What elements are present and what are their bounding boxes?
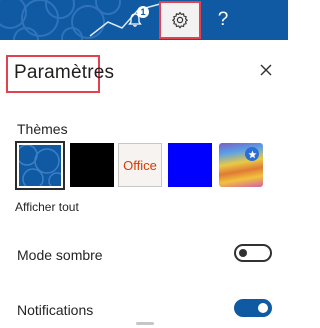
scroll-indicator[interactable] — [136, 322, 154, 325]
dark-mode-label: Mode sombre — [17, 247, 103, 263]
theme-office-label: Office — [123, 157, 157, 173]
help-icon: ? — [217, 9, 229, 30]
theme-blue[interactable] — [168, 143, 212, 187]
theme-pattern — [19, 145, 61, 186]
notification-badge: 1 — [137, 6, 149, 18]
close-button[interactable] — [256, 60, 276, 80]
settings-button[interactable] — [159, 1, 201, 39]
theme-blue-pattern[interactable] — [15, 141, 65, 190]
theme-black[interactable] — [70, 143, 114, 187]
close-icon — [260, 64, 272, 76]
notifications-label: Notifications — [17, 302, 94, 318]
themes-label: Thèmes — [17, 121, 68, 137]
toggle-knob — [239, 249, 247, 257]
star-icon — [245, 147, 259, 161]
notifications-toggle[interactable] — [234, 299, 272, 317]
show-all-link[interactable]: Afficher tout — [15, 200, 79, 214]
dark-mode-toggle[interactable] — [234, 244, 272, 262]
gear-icon — [172, 11, 188, 29]
help-button[interactable]: ? — [204, 3, 242, 37]
theme-office[interactable]: Office — [118, 143, 162, 187]
notifications-button[interactable]: 1 — [116, 3, 154, 37]
panel-title: Paramètres — [14, 62, 115, 83]
theme-colorful[interactable] — [219, 143, 263, 187]
toggle-knob — [258, 303, 268, 313]
top-bar: 1 ? — [0, 0, 288, 40]
